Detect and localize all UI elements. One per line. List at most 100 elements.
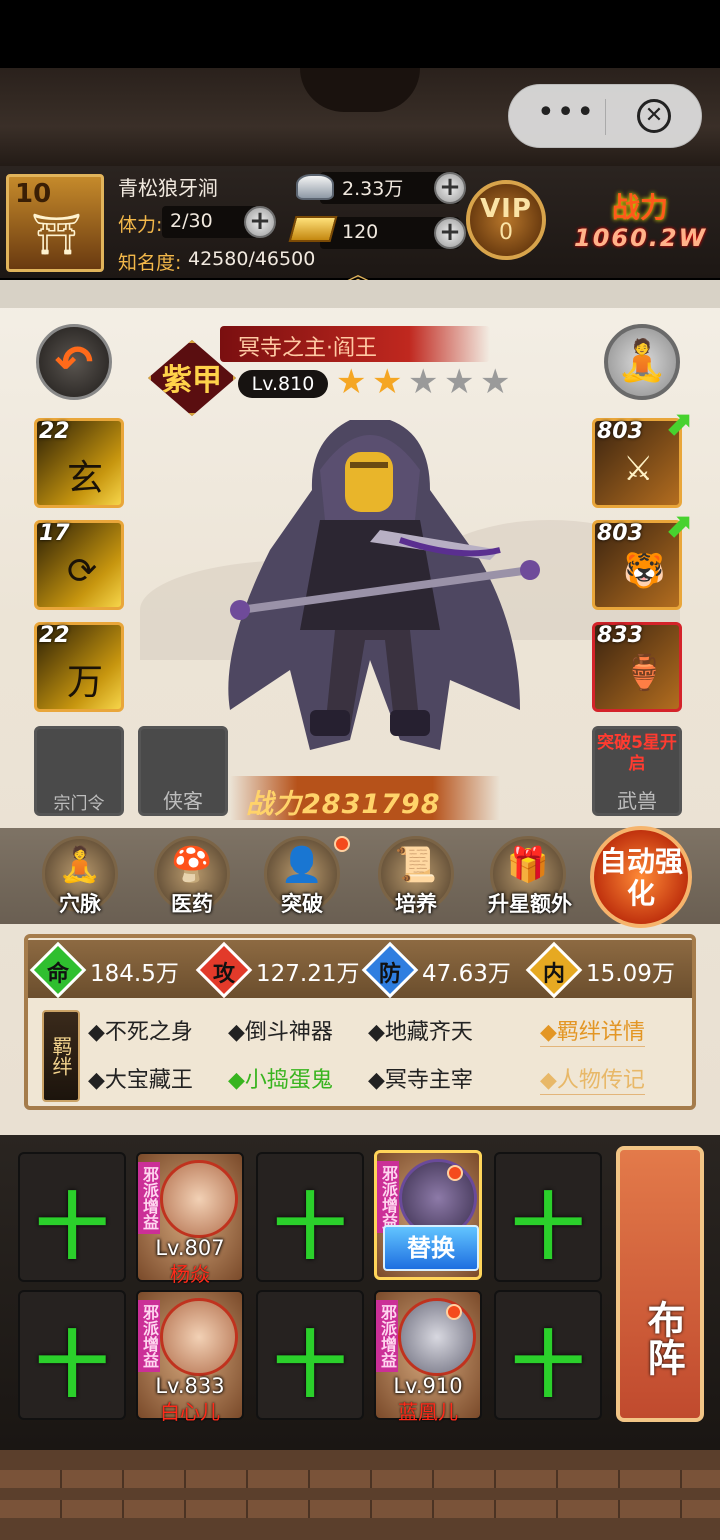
empty-lineup-slot[interactable]: 十 (18, 1152, 126, 1282)
stamina-label: 体力: (118, 214, 163, 236)
total-power-value: 1060.2W (574, 224, 708, 252)
add-silver-button[interactable]: + (434, 172, 466, 204)
empty-lineup-slot[interactable]: 十 (494, 1290, 602, 1420)
fame-label: 知名度: (118, 252, 182, 274)
medicine-icon: 🍄 (170, 845, 214, 885)
gold-bar-icon (288, 216, 338, 242)
sect-token-label: 宗门令 (53, 794, 105, 814)
lineup-hero-slot[interactable]: 邪派增益 Lv.807 杨焱 (136, 1152, 244, 1286)
meditate-icon[interactable]: 🧘 (604, 324, 680, 400)
sect-bonus-tag: 邪派增益 (376, 1300, 398, 1372)
cultivate-icon: 📜 (394, 845, 438, 885)
wood-pattern (0, 1470, 720, 1488)
empty-lineup-slot[interactable]: 十 (256, 1290, 364, 1420)
player-level: 10 (15, 179, 52, 209)
skill-level: 17 (39, 521, 70, 546)
attack-value: 127.21万 (256, 961, 360, 987)
more-button[interactable]: ••• (537, 95, 596, 130)
stamina-value: 2/30 (170, 210, 213, 232)
empty-lineup-slot[interactable]: 十 (494, 1152, 602, 1282)
beast-unlock-hint: 突破5星开启 (597, 733, 677, 774)
hero-portrait (160, 1298, 238, 1376)
formation-label: 布阵 (641, 1300, 685, 1376)
back-button[interactable]: ↶ (36, 324, 112, 400)
formation-button[interactable]: 布阵 (616, 1146, 704, 1422)
total-power-label: 战力 (612, 191, 669, 224)
breakthrough-label: 突破 (281, 892, 323, 916)
sect-bonus-tag: 邪派增益 (138, 1162, 160, 1234)
bond-details-link[interactable]: ◆羁绊详情 (540, 1014, 645, 1047)
skill-slot[interactable]: 22 玄 (34, 418, 124, 508)
star-filled-icon: ★ (372, 362, 403, 402)
meridian-label: 穴脉 (59, 892, 101, 916)
lineup-hero-slot-selected[interactable]: 邪派增益 替换 (374, 1150, 482, 1280)
skill-level: 22 (39, 419, 70, 444)
upgrade-arrow-icon: ⬈ (664, 506, 693, 546)
equipment-level: 803 (597, 419, 643, 444)
notification-dot (447, 1165, 463, 1181)
player-name: 青松狼牙涧 (118, 176, 218, 200)
capsule-divider (605, 99, 606, 135)
hero-figure (228, 420, 540, 750)
hp-tag: 命 (46, 962, 69, 987)
sect-token-slot[interactable]: 宗门令 (34, 726, 124, 816)
silver-ingot-icon (296, 174, 334, 200)
sect-bonus-tag: 邪派增益 (138, 1300, 160, 1372)
cultivate-label: 培养 (395, 892, 437, 916)
bond-item: ◆不死之身 (88, 1020, 193, 1045)
retainer-label: 侠客 (163, 789, 203, 813)
upgrade-arrow-icon: ⬈ (664, 404, 693, 444)
internal-value: 15.09万 (586, 961, 675, 987)
skill-level: 22 (39, 623, 70, 648)
lineup-hero-slot[interactable]: 邪派增益 Lv.833 白心儿 (136, 1290, 244, 1424)
medicine-label: 医药 (171, 892, 213, 916)
hero-name: 蓝凰儿 (398, 1400, 458, 1424)
add-hero-icon: 十 (273, 1323, 346, 1407)
pavilion-icon: ⛩ (31, 212, 82, 258)
fame-value: 42580/46500 (188, 248, 316, 270)
hero-portrait (398, 1298, 476, 1376)
hero-portrait (160, 1160, 238, 1238)
star-up-label: 升星额外 (488, 892, 572, 916)
gold-value: 120 (342, 221, 379, 243)
add-hero-icon: 十 (511, 1185, 584, 1269)
star-empty-icon: ★ (408, 362, 439, 402)
bond-item: ◆倒斗神器 (228, 1020, 333, 1045)
equipment-slot-treasure[interactable]: 833 🏺 (592, 622, 682, 712)
player-avatar[interactable]: 10 ⛩ (6, 174, 104, 272)
wood-pattern (0, 1500, 720, 1518)
close-button[interactable]: ✕ (637, 99, 671, 133)
star-up-icon: 🎁 (506, 845, 550, 885)
breakthrough-icon: 👤 (280, 845, 324, 885)
weapon-icon: ⚔ (623, 449, 654, 489)
biography-link[interactable]: ◆人物传记 (540, 1062, 645, 1095)
tiger-armor-icon: 🐯 (623, 551, 666, 591)
auto-strengthen-button[interactable]: 自动强化 (590, 826, 692, 928)
add-gold-button[interactable]: + (434, 217, 466, 249)
defense-tag: 防 (378, 962, 401, 987)
meridian-icon: 🧘 (58, 845, 102, 885)
character-title: 冥寺之主·阎王 (238, 336, 377, 361)
hero-name: 杨焱 (170, 1262, 210, 1286)
add-hero-icon: 十 (273, 1185, 346, 1269)
defense-value: 47.63万 (422, 961, 511, 987)
skill-slot[interactable]: 17 ⟳ (34, 520, 124, 610)
beast-slot[interactable]: 突破5星开启 武兽 (592, 726, 682, 816)
empty-lineup-slot[interactable]: 十 (18, 1290, 126, 1420)
beast-label: 武兽 (617, 789, 657, 813)
hero-name: 白心儿 (160, 1400, 220, 1424)
miniprogram-capsule: ••• ✕ (508, 84, 702, 148)
empty-lineup-slot[interactable]: 十 (256, 1152, 364, 1282)
vip-badge[interactable]: VIP 0 (466, 180, 546, 260)
equipment-level: 803 (597, 521, 643, 546)
replace-button[interactable]: 替换 (383, 1225, 479, 1271)
lineup-hero-slot[interactable]: 邪派增益 Lv.910 蓝凰儿 (374, 1290, 482, 1424)
add-stamina-button[interactable]: + (244, 206, 276, 238)
treasure-urn-icon: 🏺 (623, 653, 666, 693)
skill-slot[interactable]: 22 万 (34, 622, 124, 712)
bond-tag: 羁绊 (42, 1010, 80, 1102)
bond-item: ◆地藏齐天 (368, 1020, 473, 1045)
skill-icon: ⟳ (67, 551, 98, 592)
star-empty-icon: ★ (480, 362, 511, 402)
sect-bonus-tag: 邪派增益 (377, 1161, 399, 1233)
